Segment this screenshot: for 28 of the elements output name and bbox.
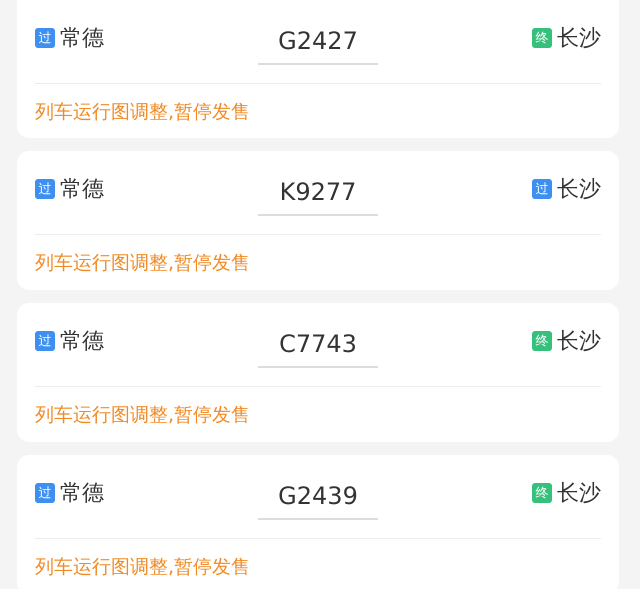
train-card[interactable]: 过 常德 K9277 过 长沙 列车运行图调整,暂停发售	[17, 151, 619, 290]
station-name: 常德	[60, 328, 104, 356]
notice-text: 列车运行图调整,暂停发售	[35, 403, 252, 428]
train-number: G2439	[258, 482, 378, 520]
train-number: G2427	[258, 26, 378, 64]
station-name: 长沙	[557, 24, 601, 52]
station-badge: 过	[35, 330, 55, 350]
train-number: C7743	[258, 330, 378, 368]
station-badge: 终	[532, 330, 552, 350]
station-badge: 终	[532, 28, 552, 48]
station-name: 长沙	[557, 176, 601, 204]
station-badge: 过	[35, 28, 55, 48]
station-badge: 过	[35, 178, 55, 198]
station-badge: 过	[35, 482, 55, 502]
station-badge: 过	[532, 178, 552, 198]
notice-text: 列车运行图调整,暂停发售	[35, 100, 252, 125]
train-card[interactable]: 过 常德 G2439 终 长沙 列车运行图调整,暂停发售	[17, 455, 619, 589]
station-name: 常德	[60, 176, 104, 204]
station-name: 长沙	[557, 328, 601, 356]
station-name: 长沙	[557, 480, 601, 508]
station-name: 常德	[60, 24, 104, 52]
train-card[interactable]: 过 常德 C7743 终 长沙 列车运行图调整,暂停发售	[17, 303, 619, 442]
notice-text: 列车运行图调整,暂停发售	[35, 251, 252, 276]
station-name: 常德	[60, 480, 104, 508]
train-number: K9277	[258, 178, 378, 216]
notice-text: 列车运行图调整,暂停发售	[35, 555, 252, 580]
train-card[interactable]: 过 常德 G2427 终 长沙 列车运行图调整,暂停发售	[17, 0, 619, 138]
station-badge: 终	[532, 482, 552, 502]
